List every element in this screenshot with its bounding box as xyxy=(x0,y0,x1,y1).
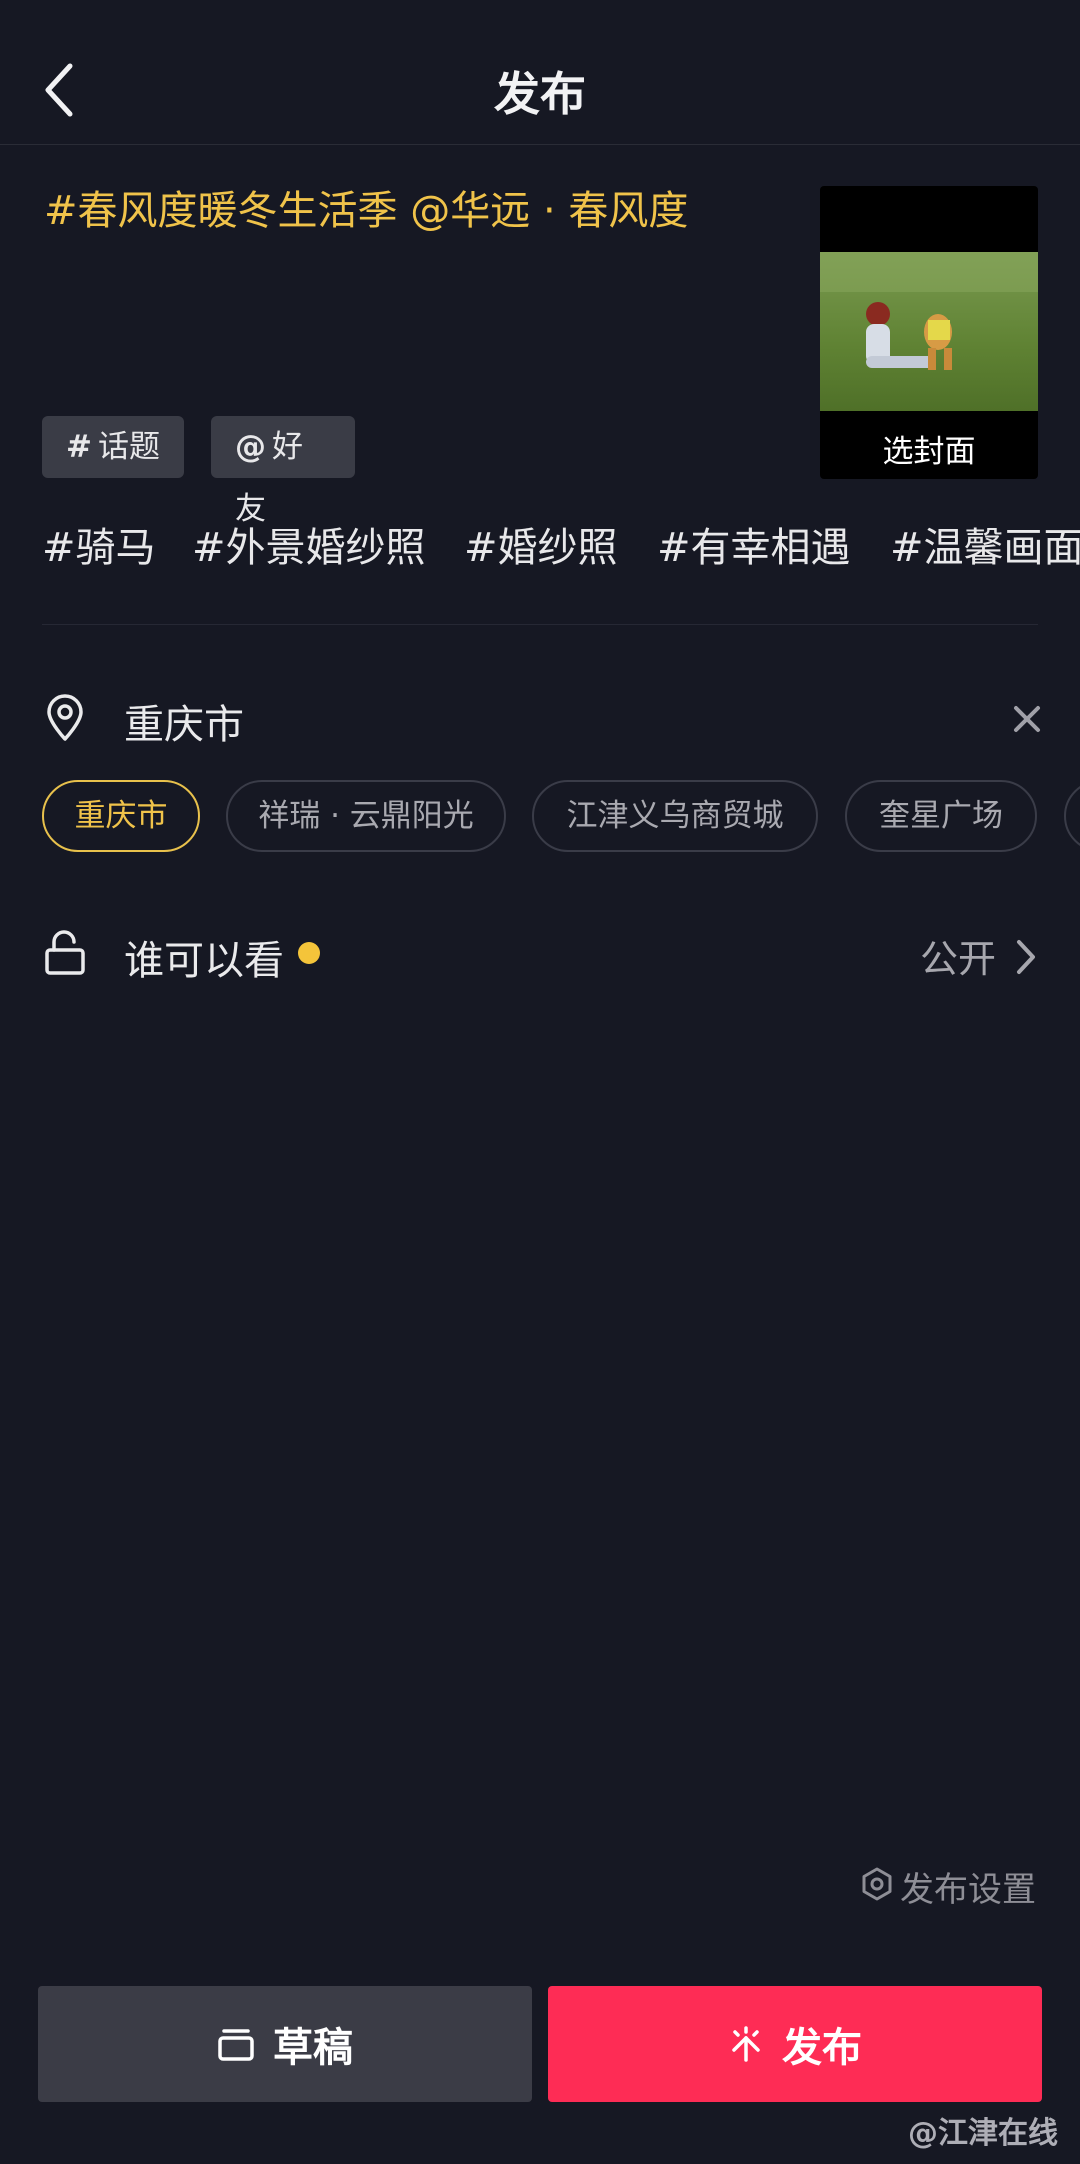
photo-illustration xyxy=(820,252,1038,370)
draft-box-icon xyxy=(218,2029,254,2061)
draft-button[interactable]: 草稿 xyxy=(38,1986,532,2102)
watermark: @江津在线 xyxy=(908,2116,1058,2151)
unlock-icon xyxy=(45,930,85,975)
chevron-right-icon[interactable] xyxy=(1014,938,1038,976)
top-bar: 发布 xyxy=(0,0,1080,145)
visibility-label[interactable]: 谁可以看 xyxy=(124,928,284,986)
suggested-tag[interactable]: #婚纱照 xyxy=(464,520,618,576)
cover-thumbnail xyxy=(820,252,1038,411)
location-option[interactable]: 江津义乌商贸城 xyxy=(532,780,818,852)
suggested-tag[interactable]: #外景婚纱照 xyxy=(192,520,426,576)
topic-chip-label: 话题 xyxy=(97,429,160,465)
publish-settings-link[interactable]: 发布设置 xyxy=(900,1862,1036,1911)
page-title: 发布 xyxy=(494,67,586,121)
settings-icon[interactable] xyxy=(860,1866,894,1902)
suggested-tag[interactable]: #温馨画面 xyxy=(890,520,1080,576)
topic-chip[interactable]: # 话题 xyxy=(42,416,184,478)
divider xyxy=(42,624,1038,625)
caption-input[interactable]: #春风度暖冬生活季 @华远 · 春风度 xyxy=(44,186,804,236)
location-option[interactable]: 奎星广场 xyxy=(845,780,1037,852)
location-pin-icon xyxy=(47,694,83,741)
cover-selector[interactable]: 选封面 xyxy=(820,186,1038,479)
publish-button-label: 发布 xyxy=(782,2025,862,2071)
location-option[interactable]: 祥瑞 · 云鼎阳光 xyxy=(226,780,506,852)
suggested-tag[interactable]: #骑马 xyxy=(42,520,156,576)
hashtag-icon: # xyxy=(66,429,92,465)
location-options: 重庆市 祥瑞 · 云鼎阳光 江津义乌商贸城 奎星广场 xyxy=(0,780,1080,856)
location-selected[interactable]: 重庆市 xyxy=(124,692,244,750)
location-option-partial[interactable] xyxy=(1064,780,1080,852)
suggested-tag[interactable]: #有幸相遇 xyxy=(657,520,851,576)
draft-button-label: 草稿 xyxy=(273,2025,353,2071)
visibility-value[interactable]: 公开 xyxy=(920,928,996,983)
new-indicator-dot xyxy=(298,942,320,964)
suggested-tags-row: #骑马 #外景婚纱照 #婚纱照 #有幸相遇 #温馨画面 xyxy=(0,520,1080,580)
cover-label: 选封面 xyxy=(882,434,976,470)
at-icon: @ xyxy=(235,429,266,465)
sparkle-icon xyxy=(732,2026,760,2062)
mention-chip[interactable]: @ 好友 xyxy=(211,416,355,527)
publish-button[interactable]: 发布 xyxy=(548,1986,1042,2102)
close-icon[interactable] xyxy=(1010,702,1044,736)
location-option[interactable]: 重庆市 xyxy=(42,780,200,852)
